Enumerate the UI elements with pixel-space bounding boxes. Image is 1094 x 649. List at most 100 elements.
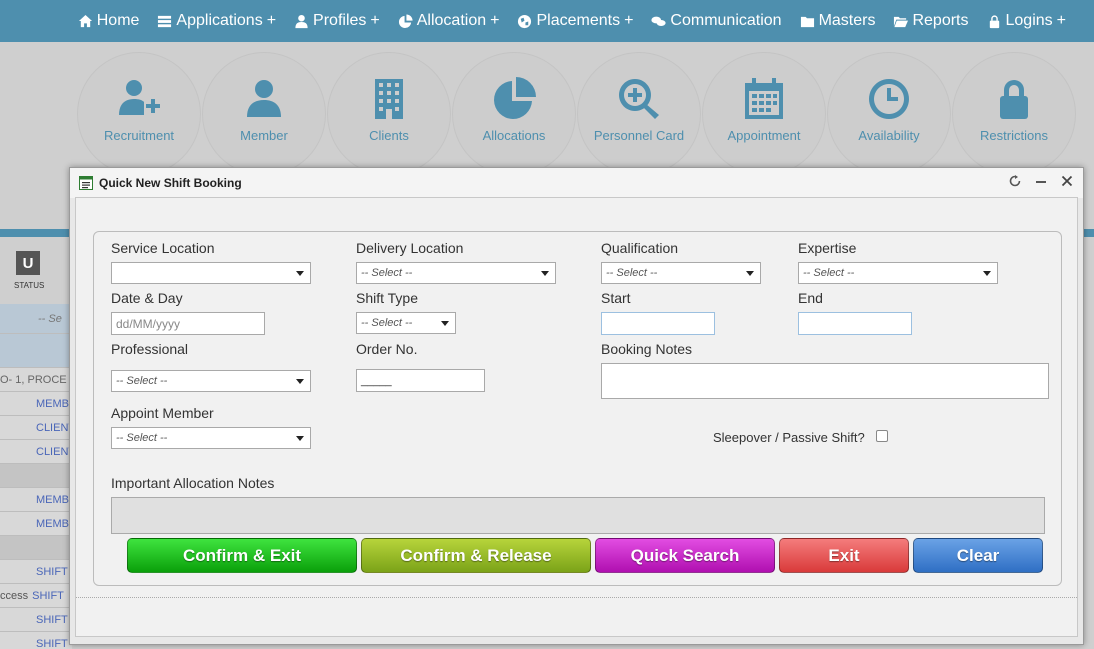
globe-icon xyxy=(518,14,532,28)
tile-label: Availability xyxy=(858,128,920,143)
tile-clients[interactable]: Clients xyxy=(327,52,451,176)
sleepover-checkbox[interactable] xyxy=(876,430,888,442)
service-location-select[interactable] xyxy=(111,262,311,284)
chevron-down-icon xyxy=(296,271,304,276)
dialog-titlebar[interactable]: Quick New Shift Booking xyxy=(70,168,1083,198)
minimize-icon[interactable] xyxy=(1035,175,1047,187)
chevron-down-icon xyxy=(746,271,754,276)
tile-label: Personnel Card xyxy=(593,128,685,143)
table-row[interactable]: MEMB xyxy=(0,488,72,512)
tile-appointment[interactable]: Appointment xyxy=(702,52,826,176)
shift-type-label: Shift Type xyxy=(356,290,419,306)
list-icon xyxy=(158,15,172,27)
table-row[interactable]: MEMB xyxy=(0,392,72,416)
delivery-location-select[interactable]: -- Select -- xyxy=(356,262,556,284)
tile-label: Allocations xyxy=(482,128,546,143)
nav-profiles[interactable]: Profiles + xyxy=(294,12,380,30)
start-label: Start xyxy=(601,290,631,306)
table-row[interactable]: CLIENT xyxy=(0,416,75,440)
order-no-label: Order No. xyxy=(356,341,418,357)
chevron-down-icon xyxy=(441,321,449,326)
tile-label: Clients xyxy=(369,128,409,143)
nav-label: Applications xyxy=(176,12,263,29)
nav-plus: + xyxy=(1056,12,1066,29)
sleepover-label: Sleepover / Passive Shift? xyxy=(713,430,865,445)
important-notes-box xyxy=(111,497,1045,534)
table-row[interactable]: SHIFT xyxy=(0,632,72,649)
appoint-member-select[interactable]: -- Select -- xyxy=(111,427,311,449)
dialog-controls xyxy=(1009,175,1073,187)
confirm-exit-button[interactable]: Confirm & Exit xyxy=(127,538,357,573)
nav-plus: + xyxy=(266,12,277,29)
clock-icon xyxy=(868,79,909,119)
pie-icon xyxy=(398,13,413,28)
chevron-down-icon xyxy=(983,271,991,276)
nav-plus: + xyxy=(490,12,500,29)
date-input[interactable]: dd/MM/yyyy xyxy=(111,312,265,335)
row-link[interactable]: MEMB xyxy=(36,494,69,506)
nav-allocation[interactable]: Allocation + xyxy=(398,12,500,30)
footer-divider xyxy=(76,597,1077,598)
row-link[interactable]: SHIFT xyxy=(36,566,68,578)
select-value: -- Select -- xyxy=(361,317,413,329)
calendar-icon xyxy=(745,78,783,119)
nav-reports[interactable]: Reports xyxy=(893,12,969,30)
table-row[interactable]: SHIFT xyxy=(0,608,72,632)
top-nav: Home Applications + Profiles + Allocatio… xyxy=(0,0,1094,42)
row-link[interactable]: SHIFT xyxy=(32,590,64,602)
qualification-select[interactable]: -- Select -- xyxy=(601,262,761,284)
quick-search-button[interactable]: Quick Search xyxy=(595,538,775,573)
select-value: -- Select -- xyxy=(116,375,168,387)
row-link[interactable]: MEMB xyxy=(36,398,69,410)
appoint-member-label: Appoint Member xyxy=(111,405,214,421)
select-value: -- Select -- xyxy=(361,267,413,279)
nav-communication[interactable]: Communication xyxy=(651,12,782,30)
clear-button[interactable]: Clear xyxy=(913,538,1043,573)
order-no-input[interactable]: _____ xyxy=(356,369,485,392)
start-time-input[interactable] xyxy=(601,312,715,335)
shift-type-select[interactable]: -- Select -- xyxy=(356,312,456,334)
nav-label: Logins xyxy=(1005,12,1053,29)
nav-home[interactable]: Home xyxy=(78,12,139,30)
row-link[interactable]: SHIFT xyxy=(36,638,68,649)
status-label: STATUS xyxy=(14,281,45,290)
close-icon[interactable] xyxy=(1061,175,1073,187)
tile-allocations[interactable]: Allocations xyxy=(452,52,576,176)
add-user-icon xyxy=(119,80,160,115)
nav-logins[interactable]: Logins + xyxy=(987,12,1066,30)
quick-shift-booking-dialog: Quick New Shift Booking xyxy=(69,167,1084,645)
refresh-icon[interactable] xyxy=(1009,175,1021,187)
booking-notes-textarea[interactable] xyxy=(601,363,1049,399)
tile-recruitment[interactable]: Recruitment xyxy=(77,52,201,176)
table-row: O- 1, PROCE xyxy=(0,368,72,392)
table-row[interactable]: ccess SHIFT xyxy=(0,584,72,608)
row-link[interactable]: SHIFT xyxy=(36,614,68,626)
nav-masters[interactable]: Masters xyxy=(800,12,875,30)
confirm-release-button[interactable]: Confirm & Release xyxy=(361,538,591,573)
nav-label: Placements xyxy=(536,12,621,29)
table-row[interactable]: MEMB xyxy=(0,512,72,536)
table-row[interactable]: SHIFT xyxy=(0,560,72,584)
table-row xyxy=(0,464,72,488)
professional-select[interactable]: -- Select -- xyxy=(111,370,311,392)
filter-placeholder[interactable]: -- Se xyxy=(38,313,62,325)
expertise-select[interactable]: -- Select -- xyxy=(798,262,998,284)
tile-personnel-card[interactable]: Personnel Card xyxy=(577,52,701,176)
tile-restrictions[interactable]: Restrictions xyxy=(952,52,1076,176)
booking-notes-label: Booking Notes xyxy=(601,341,693,357)
end-time-input[interactable] xyxy=(798,312,912,335)
nav-label: Profiles xyxy=(313,12,367,29)
nav-applications[interactable]: Applications + xyxy=(157,12,276,30)
home-icon xyxy=(78,14,92,27)
tile-label: Appointment xyxy=(727,128,801,143)
important-notes-label: Important Allocation Notes xyxy=(111,475,275,491)
exit-button[interactable]: Exit xyxy=(779,538,909,573)
tile-member[interactable]: Member xyxy=(202,52,326,176)
tile-availability[interactable]: Availability xyxy=(827,52,951,176)
table-row[interactable]: CLIENT xyxy=(0,440,75,464)
row-link[interactable]: MEMB xyxy=(36,518,69,530)
folder-open-icon xyxy=(894,16,909,27)
search-plus-icon xyxy=(618,79,659,119)
status-badge[interactable]: U xyxy=(16,251,40,275)
nav-placements[interactable]: Placements + xyxy=(517,12,633,30)
